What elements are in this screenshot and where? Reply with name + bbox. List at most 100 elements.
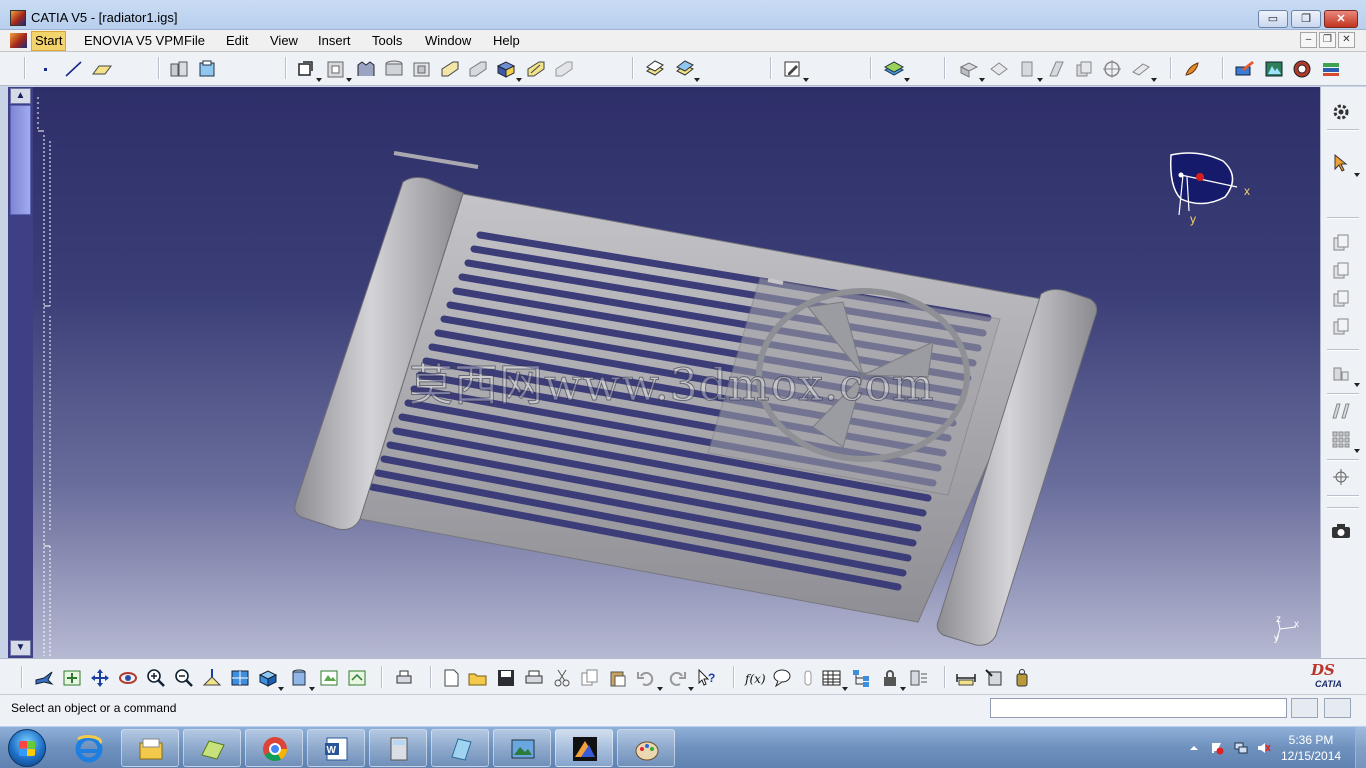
surface-icon[interactable]: [958, 59, 980, 79]
menu-window[interactable]: Window: [422, 33, 474, 49]
menu-view[interactable]: View: [267, 33, 301, 49]
table-icon[interactable]: [821, 668, 843, 688]
sketch-icon[interactable]: [295, 59, 317, 79]
menu-insert[interactable]: Insert: [315, 33, 354, 49]
command-list-button[interactable]: [1291, 698, 1318, 718]
doc-minimize-button[interactable]: –: [1300, 32, 1317, 48]
taskbar-chrome[interactable]: [245, 729, 303, 767]
dropdown-arrow-icon[interactable]: [904, 78, 910, 82]
system-clock[interactable]: 5:36 PM 12/15/2014: [1281, 732, 1341, 764]
dropdown-arrow-icon[interactable]: [309, 687, 315, 691]
show-desktop-button[interactable]: [1355, 727, 1366, 768]
taskbar-word[interactable]: W: [307, 729, 365, 767]
point-icon[interactable]: [36, 59, 58, 79]
thickness-icon[interactable]: [553, 59, 575, 79]
pocket-icon[interactable]: [355, 59, 377, 79]
dropdown-arrow-icon[interactable]: [316, 78, 322, 82]
dropdown-arrow-icon[interactable]: [516, 78, 522, 82]
shape-icon-3[interactable]: [1046, 59, 1068, 79]
volume-muted-icon[interactable]: [1257, 741, 1271, 755]
redo-icon[interactable]: [666, 668, 688, 688]
copy-icon[interactable]: [1330, 233, 1352, 253]
shell-icon[interactable]: [525, 59, 547, 79]
dropdown-arrow-icon[interactable]: [842, 687, 848, 691]
dropdown-arrow-icon[interactable]: [1037, 78, 1043, 82]
menu-enovia[interactable]: ENOVIA V5 VPM: [81, 33, 187, 49]
catalog-icon[interactable]: [1234, 59, 1256, 79]
taskbar-notepad[interactable]: [431, 729, 489, 767]
chamfer-icon[interactable]: [467, 59, 489, 79]
gear-icon[interactable]: [1330, 102, 1352, 122]
array-icon[interactable]: [1330, 429, 1352, 449]
dropdown-arrow-icon[interactable]: [1354, 449, 1360, 453]
menu-edit[interactable]: Edit: [223, 33, 251, 49]
whats-this-icon[interactable]: ?: [696, 668, 718, 688]
dropdown-arrow-icon[interactable]: [688, 687, 694, 691]
print-icon-2[interactable]: [523, 668, 545, 688]
zoom-in-icon[interactable]: [145, 668, 167, 688]
section-icon[interactable]: [196, 59, 218, 79]
shape-icon[interactable]: [988, 59, 1010, 79]
menu-help[interactable]: Help: [490, 33, 523, 49]
hide-show-icon[interactable]: [318, 668, 340, 688]
copy-icon-2[interactable]: [579, 668, 601, 688]
menu-file[interactable]: File: [181, 33, 208, 49]
fit-all-icon[interactable]: [61, 668, 83, 688]
internet-explorer-icon[interactable]: [72, 733, 106, 765]
pad-icon[interactable]: [325, 59, 347, 79]
lock-icon[interactable]: [879, 668, 901, 688]
cut-icon[interactable]: [551, 668, 573, 688]
menu-tools[interactable]: Tools: [369, 33, 405, 49]
union-icon[interactable]: [674, 59, 696, 79]
command-cancel-button[interactable]: [1324, 698, 1351, 718]
save-icon[interactable]: [495, 668, 517, 688]
views-icon[interactable]: [257, 668, 279, 688]
doc-close-button[interactable]: ✕: [1338, 32, 1355, 48]
scale-icon[interactable]: [1330, 363, 1352, 383]
shape-icon-2[interactable]: [1016, 59, 1038, 79]
select-arrow-icon[interactable]: [1330, 153, 1352, 173]
taskbar-calculator[interactable]: [369, 729, 427, 767]
maximize-button[interactable]: ❐: [1291, 10, 1321, 28]
doc-restore-button[interactable]: ❐: [1319, 32, 1336, 48]
taskbar-paint[interactable]: [617, 729, 675, 767]
material-icon[interactable]: [883, 59, 905, 79]
taskbar-file-explorer[interactable]: [121, 729, 179, 767]
duplicate-icon[interactable]: [1330, 289, 1352, 309]
shape-icon-4[interactable]: [1073, 59, 1095, 79]
groove-icon[interactable]: [411, 59, 433, 79]
properties-icon[interactable]: [908, 668, 930, 688]
taskbar-folder[interactable]: [183, 729, 241, 767]
dropdown-arrow-icon[interactable]: [979, 78, 985, 82]
dropdown-arrow-icon[interactable]: [694, 78, 700, 82]
command-input[interactable]: [990, 698, 1287, 718]
paste-icon-2[interactable]: [607, 668, 629, 688]
dropdown-arrow-icon[interactable]: [346, 78, 352, 82]
undo-icon[interactable]: [635, 668, 657, 688]
pattern-icon[interactable]: [1330, 317, 1352, 337]
pan-icon[interactable]: [89, 668, 111, 688]
shaft-icon[interactable]: [383, 59, 405, 79]
swap-space-icon[interactable]: [346, 668, 368, 688]
fillet-icon[interactable]: [439, 59, 461, 79]
measure-icon[interactable]: [797, 668, 819, 688]
analysis-icon[interactable]: [1320, 59, 1342, 79]
catia-menu-logo-icon[interactable]: [10, 33, 27, 48]
target-icon[interactable]: [1101, 59, 1123, 79]
zoom-out-icon[interactable]: [173, 668, 195, 688]
menu-start[interactable]: Start: [31, 31, 67, 51]
plane-icon[interactable]: [91, 59, 113, 79]
paste-icon[interactable]: [1330, 261, 1352, 281]
rendering-icon[interactable]: [1291, 59, 1313, 79]
taskbar-image-viewer[interactable]: [493, 729, 551, 767]
line-icon[interactable]: [63, 59, 85, 79]
draft-icon[interactable]: [495, 59, 517, 79]
close-button[interactable]: ✕: [1324, 10, 1358, 28]
dropdown-arrow-icon[interactable]: [900, 687, 906, 691]
print-icon[interactable]: [393, 668, 415, 688]
boolean-icon[interactable]: [644, 59, 666, 79]
measure-item-icon[interactable]: [983, 668, 1005, 688]
new-icon[interactable]: [440, 668, 462, 688]
dropdown-arrow-icon[interactable]: [1354, 383, 1360, 387]
hand-paint-icon[interactable]: [1182, 59, 1204, 79]
